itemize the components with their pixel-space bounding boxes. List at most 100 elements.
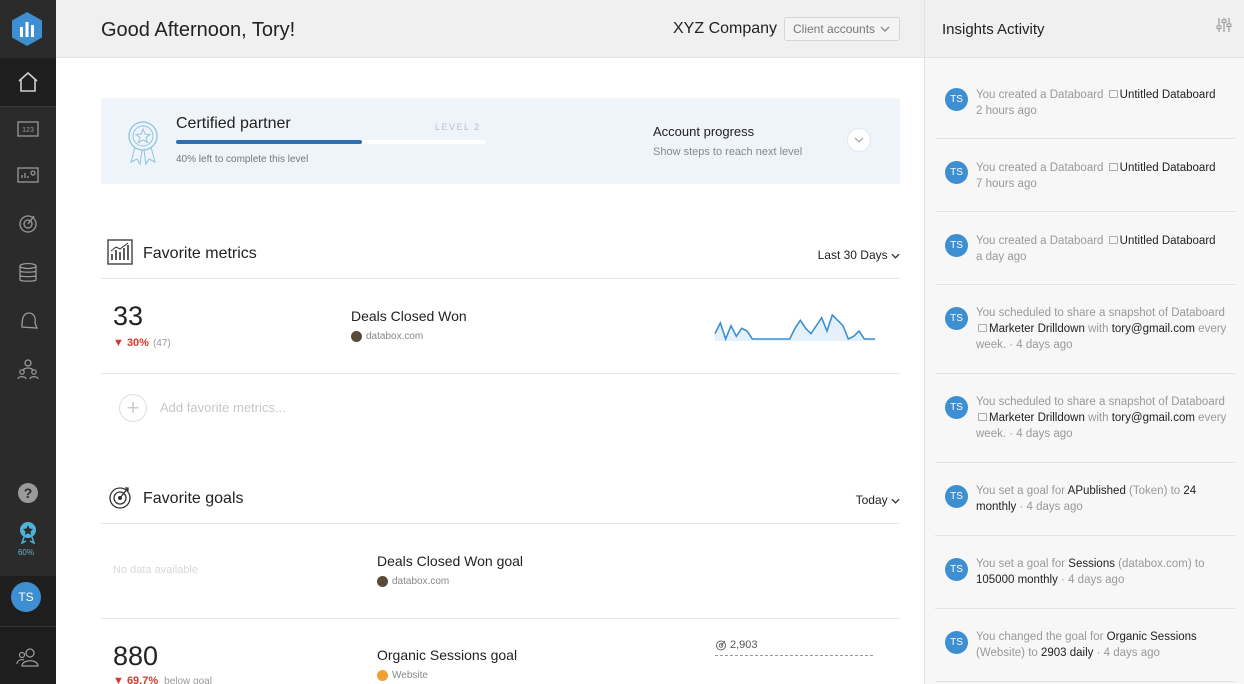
insight-connector: with	[1088, 323, 1109, 335]
nav-goals[interactable]	[0, 200, 56, 246]
goal-target-line	[715, 655, 873, 656]
metrics-date-filter[interactable]: Last 30 Days	[818, 248, 900, 262]
greeting-title: Good Afternoon, Tory!	[101, 19, 296, 41]
client-accounts-dropdown[interactable]: Client accounts	[784, 17, 900, 41]
goals-date-filter[interactable]: Today	[856, 493, 900, 507]
insight-item[interactable]: TS You scheduled to share a snapshot of …	[935, 374, 1235, 463]
nav-datasources[interactable]	[0, 250, 56, 296]
favorite-goal-row[interactable]: No data available Deals Closed Won goal …	[101, 524, 900, 619]
insight-item[interactable]: TS You set a goal for Sessions (databox.…	[935, 536, 1235, 609]
goal-delta: ▼ 69.7% below goal	[113, 675, 212, 684]
goal-name: Organic Sessions goal	[377, 647, 518, 663]
goal-target-icon	[19, 215, 37, 233]
insight-connector: with	[1088, 412, 1109, 424]
favorite-goal-row[interactable]: 880 ▼ 69.7% below goal Organic Sessions g…	[101, 619, 900, 684]
datasource-icon	[377, 576, 388, 587]
insight-action: You scheduled to share a snapshot of Dat…	[976, 307, 1225, 319]
nav-team[interactable]	[0, 346, 56, 392]
insight-source: (Website) to	[976, 647, 1038, 659]
partner-card: Certified partner LEVEL 2 40% left to co…	[101, 98, 900, 184]
nav-account-users[interactable]	[0, 634, 56, 680]
goal-delta-note: below goal	[164, 676, 212, 684]
sidebar: 123 ? 60% TS	[0, 0, 56, 684]
insight-source: (Token) to	[1129, 485, 1181, 497]
insight-avatar: TS	[945, 88, 968, 111]
nav-metrics[interactable]: 123	[0, 106, 56, 152]
databoard-icon	[1108, 163, 1118, 171]
nav-alerts[interactable]	[0, 298, 56, 344]
insight-item[interactable]: TS You set a goal for APublished (Token)…	[935, 463, 1235, 536]
svg-text:?: ?	[24, 485, 33, 501]
goal-no-data: No data available	[113, 564, 199, 576]
client-accounts-label: Client accounts	[793, 22, 876, 36]
insight-item[interactable]: TS You created a Databoard Untitled Data…	[935, 139, 1235, 212]
insight-action: You created a Databoard	[976, 89, 1104, 101]
account-progress-title: Account progress	[653, 124, 755, 139]
help-icon: ?	[18, 483, 38, 503]
goal-source: databox.com	[377, 576, 449, 587]
insight-metric[interactable]: APublished	[1068, 485, 1126, 497]
insight-avatar: TS	[945, 161, 968, 184]
insight-link[interactable]: Untitled Databoard	[1120, 235, 1216, 247]
insight-link[interactable]: Untitled Databoard	[1120, 89, 1216, 101]
insight-time: 2 hours ago	[976, 105, 1037, 117]
chevron-down-icon	[891, 498, 900, 504]
goal-source: Website	[377, 670, 428, 681]
insight-time: 4 days ago	[1026, 501, 1083, 513]
partner-progress-percent: 60%	[17, 548, 34, 557]
nav-databoards[interactable]	[0, 152, 56, 198]
insight-item[interactable]: TS You created a Databoard Untitled Data…	[935, 66, 1235, 139]
add-favorite-metrics-label: Add favorite metrics...	[160, 400, 286, 415]
svg-text:123: 123	[22, 127, 34, 134]
favorite-metrics-title: Favorite metrics	[143, 245, 257, 262]
metrics-123-icon: 123	[17, 121, 39, 137]
databox-logo-icon[interactable]	[10, 11, 44, 47]
main-content: Certified partner LEVEL 2 40% left to co…	[56, 58, 924, 684]
insight-action: You set a goal for	[976, 558, 1066, 570]
insight-link[interactable]: Marketer Drilldown	[989, 412, 1085, 424]
add-favorite-metrics[interactable]: + Add favorite metrics...	[101, 388, 900, 428]
account-progress-expand-button[interactable]	[847, 128, 871, 152]
insight-text: You created a Databoard Untitled Databoa…	[976, 87, 1231, 119]
databoard-icon	[1108, 236, 1118, 244]
insight-action: You created a Databoard	[976, 162, 1104, 174]
databoard-icon	[978, 324, 987, 332]
insight-source: (databox.com) to	[1118, 558, 1205, 570]
plus-icon: +	[119, 394, 147, 422]
insight-email: tory@gmail.com	[1111, 323, 1195, 335]
goal-value: 880	[113, 641, 159, 671]
insight-text: You scheduled to share a snapshot of Dat…	[976, 396, 1227, 440]
user-avatar[interactable]: TS	[11, 582, 41, 612]
goal-target-value: 2,903	[730, 639, 758, 651]
favorite-goals-title: Favorite goals	[143, 490, 244, 507]
goal-target-icon	[109, 487, 131, 509]
account-progress-subtitle: Show steps to reach next level	[653, 146, 803, 158]
insight-avatar: TS	[945, 631, 968, 654]
favorite-metric-row[interactable]: 33 ▼ 30% (47) Deals Closed Won databox.co…	[101, 279, 900, 374]
insight-goal-value: 2903 daily	[1040, 647, 1094, 659]
certified-seal-icon	[128, 121, 158, 166]
top-header: Good Afternoon, Tory! XYZ Company Client…	[56, 0, 924, 58]
metric-name: Deals Closed Won	[351, 308, 467, 324]
filter-sliders-icon[interactable]	[1215, 16, 1233, 34]
databoard-icon	[1108, 90, 1118, 98]
insight-metric[interactable]: Organic Sessions	[1107, 631, 1197, 643]
insight-avatar: TS	[945, 485, 968, 508]
insight-item[interactable]: TS You created a Databoard Untitled Data…	[935, 212, 1235, 285]
nav-help[interactable]: ?	[0, 470, 56, 516]
insight-text: You set a goal for Sessions (databox.com…	[976, 558, 1205, 586]
insight-link[interactable]: Marketer Drilldown	[989, 323, 1085, 335]
insight-item[interactable]: TS You scheduled to share a snapshot of …	[935, 285, 1235, 374]
nav-home[interactable]	[0, 58, 56, 106]
metric-source-label: databox.com	[366, 331, 424, 342]
chevron-down-icon	[854, 137, 864, 143]
nav-partner-badge[interactable]	[0, 514, 56, 550]
goal-target: 2,903	[715, 639, 758, 651]
metric-sparkline	[714, 313, 875, 342]
insight-metric[interactable]: Sessions	[1068, 558, 1115, 570]
favorite-goals-header: Favorite goals Today	[101, 478, 900, 524]
insight-text: You changed the goal for Organic Session…	[976, 631, 1197, 659]
insight-action: You created a Databoard	[976, 235, 1104, 247]
insight-item[interactable]: TS You changed the goal for Organic Sess…	[935, 609, 1235, 682]
insight-link[interactable]: Untitled Databoard	[1120, 162, 1216, 174]
